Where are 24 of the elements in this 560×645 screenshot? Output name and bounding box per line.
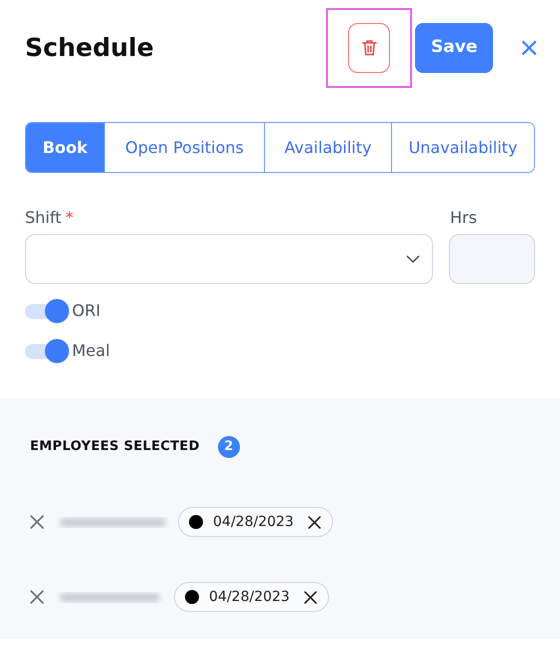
remove-button[interactable] [30, 514, 46, 530]
page-title: Schedule [25, 32, 155, 64]
close-button[interactable]: × [518, 34, 540, 60]
remove-date-button[interactable] [308, 515, 322, 529]
trash-icon [362, 39, 377, 56]
field-label: Shift [25, 207, 62, 229]
section-heading: EMPLOYEES SELECTED [30, 438, 200, 456]
count-badge: 2 [218, 436, 240, 458]
chevron-down-icon [406, 255, 420, 263]
date-text: 04/28/2023 [209, 588, 290, 606]
required-mark: * [65, 207, 74, 229]
tab[interactable]: Book [26, 123, 104, 172]
date-text: 04/28/2023 [213, 512, 294, 532]
toggle-label: ORI [72, 300, 100, 322]
toggle-label: Meal [72, 340, 110, 362]
delete-button[interactable] [348, 22, 390, 72]
save-button[interactable]: Save [415, 22, 494, 72]
hrs-field[interactable] [449, 234, 535, 284]
tab[interactable]: Unavailability [391, 123, 534, 172]
toggle-switch[interactable] [25, 339, 69, 363]
remove-date-button[interactable] [304, 590, 318, 604]
toggle-switch[interactable] [25, 299, 69, 323]
remove-button[interactable] [30, 589, 46, 605]
field-label: Hrs [449, 207, 478, 229]
